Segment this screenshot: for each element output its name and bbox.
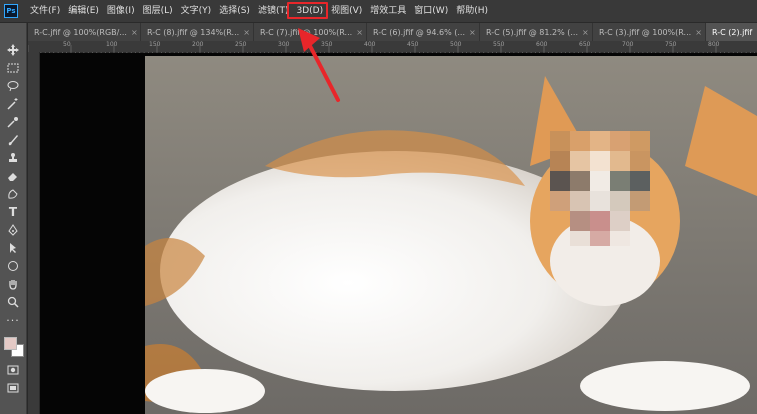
menu-help[interactable]: 帮助(H)	[452, 0, 492, 22]
magic-wand-icon[interactable]	[2, 95, 24, 113]
menu-plugins[interactable]: 增效工具	[366, 0, 410, 22]
eraser-icon[interactable]	[2, 167, 24, 185]
ruler-label: 750	[665, 41, 677, 48]
tab-label: R-C (2).jfif	[712, 27, 753, 37]
marquee-icon[interactable]	[2, 59, 24, 77]
document-tab[interactable]: R-C (7).jfif @ 100%(R... ×	[254, 23, 367, 41]
photoshop-logo-icon[interactable]: Ps	[4, 4, 18, 18]
close-icon[interactable]: ×	[243, 28, 250, 37]
canvas-area[interactable]	[40, 53, 757, 414]
vertical-ruler[interactable]	[28, 52, 40, 414]
close-icon[interactable]: ×	[356, 28, 363, 37]
tab-label: R-C.jfif @ 100%(RGB/...	[34, 27, 127, 37]
type-icon[interactable]: T	[2, 203, 24, 221]
logo-text: Ps	[6, 7, 16, 15]
close-icon[interactable]: ×	[131, 28, 138, 37]
pen-icon[interactable]	[2, 221, 24, 239]
tab-label: R-C (6).jfif @ 94.6% (...	[373, 27, 465, 37]
menu-type[interactable]: 文字(Y)	[177, 0, 216, 22]
more-icon[interactable]: ···	[2, 311, 24, 329]
ruler-label: 650	[579, 41, 591, 48]
document-tab[interactable]: R-C (5).jfif @ 81.2% (... ×	[480, 23, 593, 41]
menu-image[interactable]: 图像(I)	[103, 0, 139, 22]
document-tab-active[interactable]: R-C (2).jfif	[706, 23, 757, 41]
document-tab[interactable]: R-C.jfif @ 100%(RGB/... ×	[28, 23, 141, 41]
menu-select[interactable]: 选择(S)	[215, 0, 254, 22]
ruler-label: 250	[235, 41, 247, 48]
ruler-label: 500	[450, 41, 462, 48]
lasso-icon[interactable]	[2, 77, 24, 95]
hand-icon[interactable]	[2, 275, 24, 293]
ruler-label: 150	[149, 41, 161, 48]
ruler-label: 600	[536, 41, 548, 48]
document-tab[interactable]: R-C (6).jfif @ 94.6% (... ×	[367, 23, 480, 41]
foreground-color-swatch[interactable]	[4, 337, 17, 350]
menu-file[interactable]: 文件(F)	[26, 0, 64, 22]
menu-layer[interactable]: 图层(L)	[139, 0, 177, 22]
brush-icon[interactable]	[2, 131, 24, 149]
tools-panel: T ···	[0, 23, 27, 414]
ruler-label: 700	[622, 41, 634, 48]
stamp-icon[interactable]	[2, 149, 24, 167]
tab-label: R-C (7).jfif @ 100%(R...	[260, 27, 353, 37]
kitten-photo	[145, 56, 757, 414]
menu-edit[interactable]: 编辑(E)	[64, 0, 103, 22]
horizontal-ruler[interactable]: 50 100 150 200 250 300 350 400 450 500 5…	[27, 41, 757, 56]
eyedropper-icon[interactable]	[2, 113, 24, 131]
close-icon[interactable]: ×	[582, 28, 589, 37]
tab-label: R-C (3).jfif @ 100%(R...	[599, 27, 692, 37]
document-tab[interactable]: R-C (3).jfif @ 100%(R... ×	[593, 23, 706, 41]
ruler-label: 100	[106, 41, 118, 48]
close-icon[interactable]: ×	[469, 28, 476, 37]
ruler-label: 800	[708, 41, 720, 48]
menu-view[interactable]: 视图(V)	[327, 0, 366, 22]
annotation-highlight-box	[287, 2, 329, 19]
screen-mode-icon[interactable]	[2, 379, 24, 397]
document-tabs: R-C.jfif @ 100%(RGB/... × R-C (8).jfif @ …	[28, 23, 757, 41]
menu-bar: Ps 文件(F) 编辑(E) 图像(I) 图层(L) 文字(Y) 选择(S) 滤…	[0, 0, 757, 23]
path-select-icon[interactable]	[2, 239, 24, 257]
document-tab[interactable]: R-C (8).jfif @ 134%(R... ×	[141, 23, 254, 41]
ruler-label: 200	[192, 41, 204, 48]
zoom-icon[interactable]	[2, 293, 24, 311]
ruler-label: 400	[364, 41, 376, 48]
menu-3d[interactable]: 3D(D)	[287, 0, 329, 22]
ruler-label: 550	[493, 41, 505, 48]
quick-mask-icon[interactable]	[2, 361, 24, 379]
color-swatches[interactable]	[2, 335, 24, 361]
ruler-label: 450	[407, 41, 419, 48]
ruler-label: 50	[63, 41, 71, 48]
menu-window[interactable]: 窗口(W)	[410, 0, 452, 22]
move-icon[interactable]	[2, 41, 24, 59]
ruler-label: 350	[321, 41, 333, 48]
tab-label: R-C (8).jfif @ 134%(R...	[147, 27, 240, 37]
tab-label: R-C (5).jfif @ 81.2% (...	[486, 27, 578, 37]
close-icon[interactable]: ×	[695, 28, 702, 37]
shape-icon[interactable]	[2, 257, 24, 275]
ruler-label: 300	[278, 41, 290, 48]
gradient-icon[interactable]	[2, 185, 24, 203]
